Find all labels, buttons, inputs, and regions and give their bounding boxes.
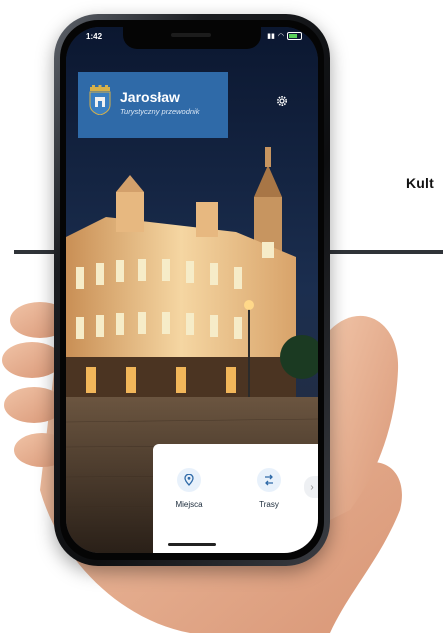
app-title: Jarosław [120,89,180,105]
status-time: 1:42 [86,32,103,41]
nav-icon-circle [257,468,281,492]
speaker-grille [171,33,211,37]
chevron-right-icon[interactable]: › [304,476,318,498]
nav-icon-circle [177,468,201,492]
signal-icon: ▮▮ [267,33,275,40]
app-header: Jarosław Turystyczny przewodnik [78,72,228,138]
nav-item-trasy[interactable]: Trasy [243,468,295,509]
bottom-navigation-card: Miejsca Trasy › [153,444,318,553]
battery-icon [287,32,302,40]
nav-label-miejsca: Miejsca [175,500,203,509]
nav-item-miejsca[interactable]: Miejsca [163,468,215,509]
phone-screen: 1:42 ▮▮ ◠ Jarosław Turystyczny przewodni… [66,27,318,553]
home-indicator [168,543,216,546]
location-pin-icon [184,474,194,486]
nav-label-trasy: Trasy [259,500,279,509]
page-side-text: Kult [406,175,435,191]
gear-icon[interactable] [276,95,288,107]
route-icon [265,474,273,486]
phone-notch [123,27,261,49]
wifi-icon: ◠ [277,33,284,40]
status-icons: ▮▮ ◠ [267,32,302,40]
city-crest-icon [89,85,111,115]
decorative-rule-right [322,250,443,254]
phone-frame: 1:42 ▮▮ ◠ Jarosław Turystyczny przewodni… [54,14,330,566]
app-subtitle: Turystyczny przewodnik [120,107,200,116]
